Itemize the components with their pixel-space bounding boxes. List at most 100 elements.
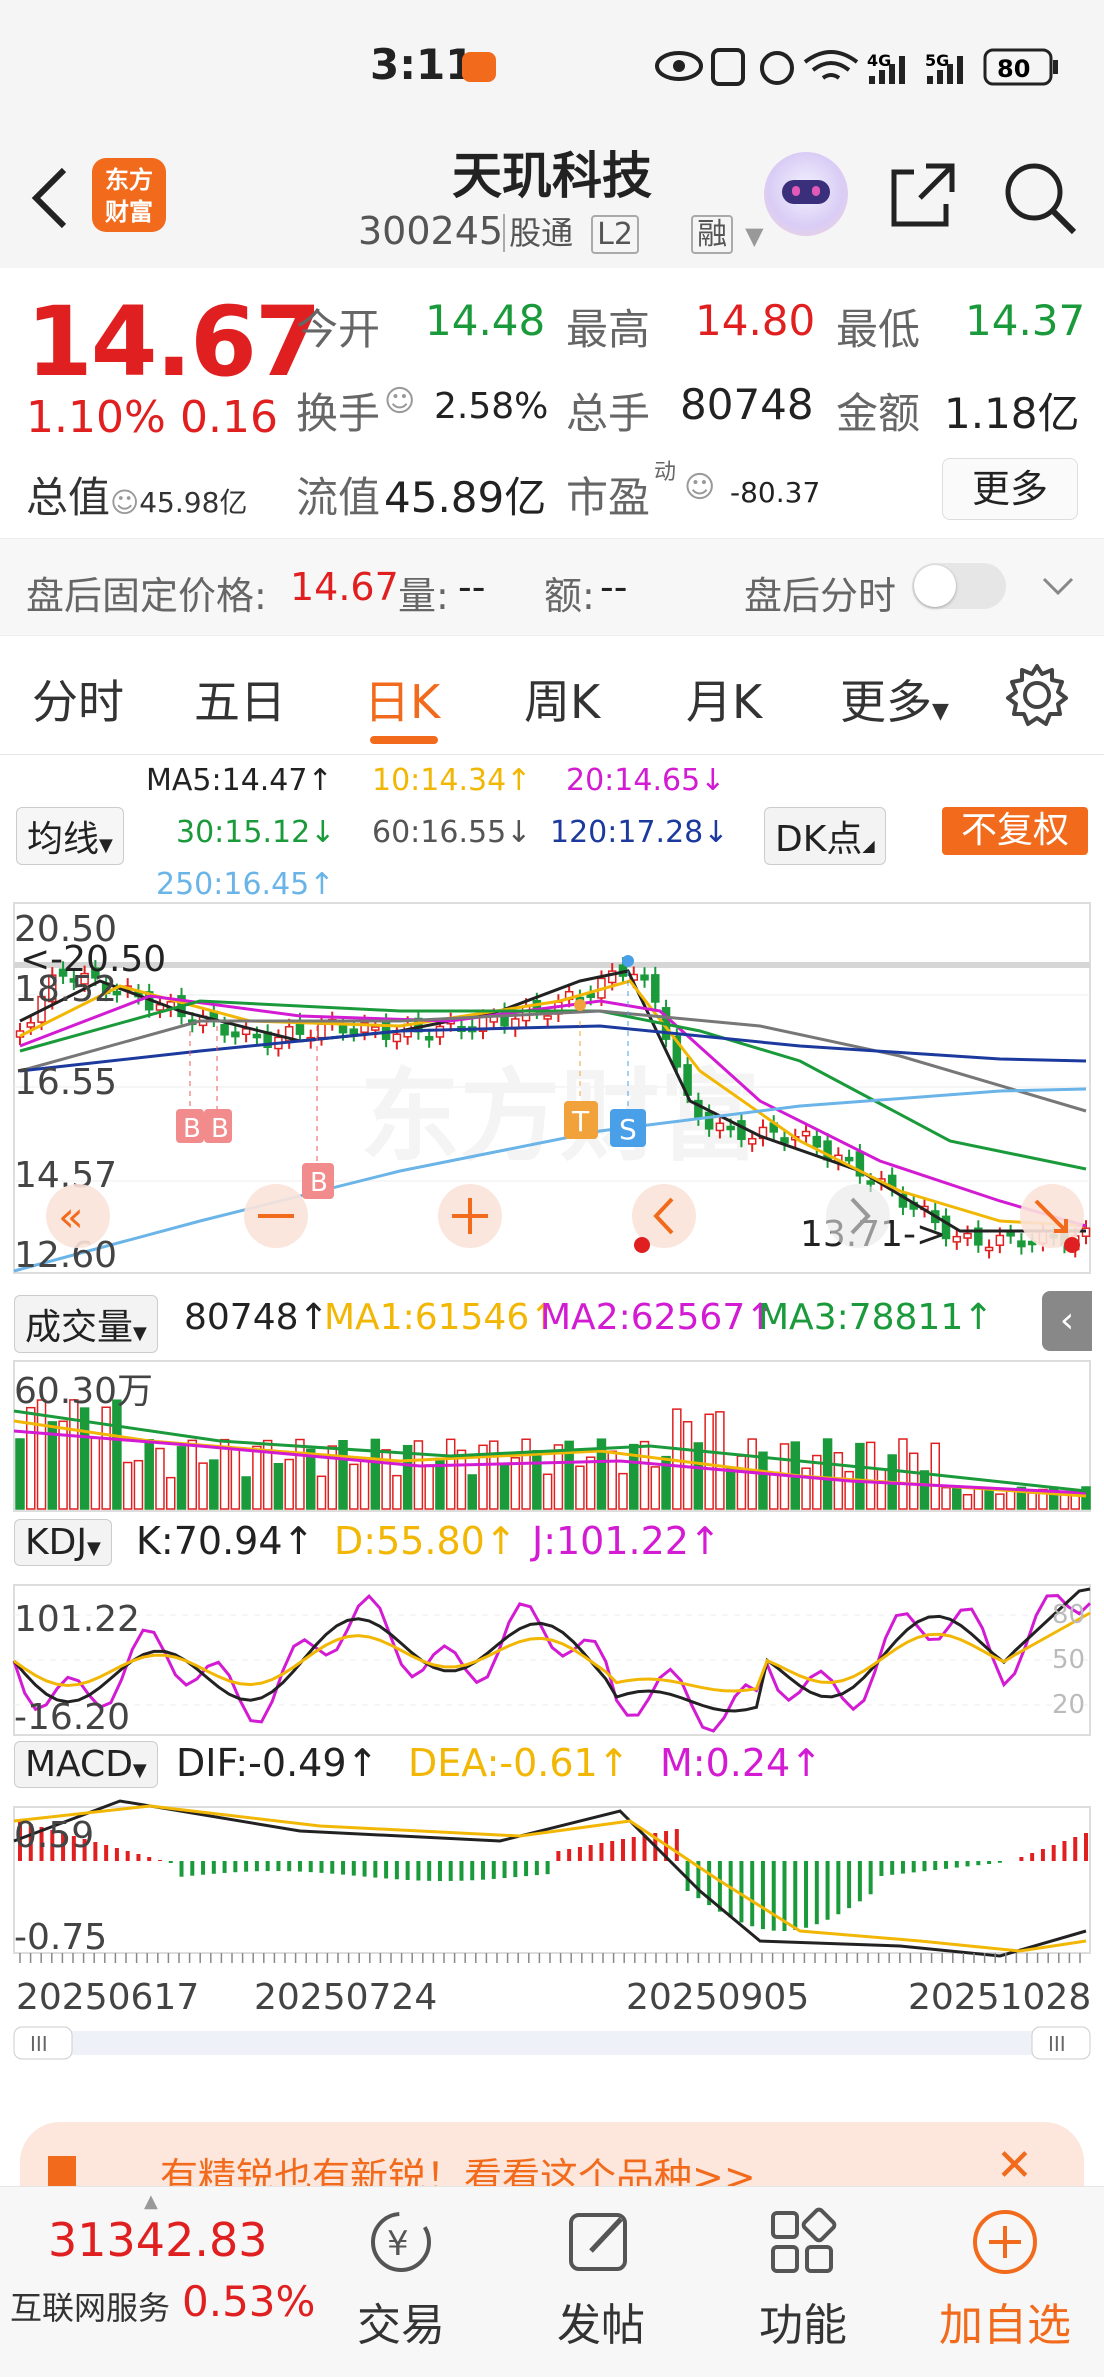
kdj-min-label: -16.20 [14,1697,130,1738]
low-value: 14.37 [965,296,1086,345]
candle [424,1036,434,1041]
volume-bar [855,1442,865,1510]
volume-bar [693,1442,704,1510]
volume-bar [155,1447,165,1510]
volume-label: 总手 [566,389,651,438]
volume-bar [639,1440,650,1510]
max-price-label: <-20.50 [20,939,166,980]
volume-bar [15,1438,25,1510]
tab-daily-k[interactable]: 日K [364,666,440,732]
range-slider-track [14,2031,1090,2055]
active-tab-indicator [370,736,438,744]
volume-bar [467,1474,477,1510]
more-quote-button[interactable]: 更多 [942,458,1078,520]
volume-bar [704,1413,714,1510]
scroll-left-button [632,1184,696,1253]
volume-bar [521,1438,531,1510]
alarm-icon [760,51,794,85]
tab-weekly-k[interactable]: 周K [524,666,600,732]
ma10-label: 10:14.34↑ [372,763,532,798]
volume-bar [801,1467,811,1510]
margin-badge: 融 [691,215,734,254]
after-hours-bar: 盘后固定价格: 14.67 量: -- 额: -- 盘后分时 [0,538,1104,636]
promo-banner[interactable]: 有精锐也有新锐！看看这个品种>> ✕ [20,2122,1084,2188]
after-hours-toggle[interactable] [912,563,1006,609]
scroll-right-button [826,1184,890,1248]
ma-selector[interactable]: 均线▼ [16,807,124,865]
stock-header: 东方 财富 天玑科技 300245 股通 L2 融 ▼ [0,132,1104,268]
kline-svg[interactable]: 东方财富 20.50 18.52 16.55 14.57 12.60 <-20.… [0,901,1104,2091]
date-label: 20250724 [254,1977,437,2018]
volume-bar [176,1446,187,1510]
volume-bar [865,1441,876,1510]
stock-code-row: 300245 股通 L2 融 ▼ [358,208,764,254]
candle [963,1232,972,1239]
volume-bar [995,1493,1005,1510]
info-icon[interactable]: ☺ [684,470,715,505]
notification-icon [462,52,496,82]
volume-bar [919,1470,930,1510]
volume-bar [908,1452,919,1510]
tab-monthly-k[interactable]: 月K [686,666,762,732]
candle [704,1111,714,1130]
open-value: 14.48 [425,296,546,345]
candle [349,1028,359,1035]
candle [543,1015,552,1020]
candle [984,1246,994,1252]
volume-bar [295,1438,305,1510]
index-value[interactable]: 31342.83 [48,2213,268,2267]
pe-label: 市盈 [566,473,651,522]
l2-badge: L2 [591,215,639,254]
settings-gear-icon[interactable] [1004,662,1070,728]
chevron-down-icon[interactable]: ▼ [745,222,763,250]
ma5-label: MA5:14.47↑ [146,763,333,798]
dk-point-selector[interactable]: DK点◢ [764,807,886,865]
add-watchlist-button[interactable]: 加自选 [930,2207,1080,2353]
tab-five-day[interactable]: 五日 [194,666,286,732]
volume-bar [725,1466,736,1510]
ma20-label: 20:14.65↓ [566,763,726,798]
svg-text:B: B [310,1168,328,1198]
post-button[interactable]: 发帖 [536,2207,666,2353]
scroll-left-fast-button: « [46,1184,110,1248]
volume-selector[interactable]: 成交量▼ [14,1295,158,1353]
macd-max-label: 0.59 [14,1815,94,1856]
chevron-down-icon[interactable] [1040,573,1076,599]
share-icon[interactable] [886,158,962,234]
macd-selector[interactable]: MACD▼ [14,1741,158,1788]
volume-bar [230,1448,241,1510]
macd-dea: DEA:-0.61↑ [408,1741,630,1785]
assistant-avatar[interactable] [764,152,848,236]
kdj-d: D:55.80↑ [334,1519,517,1563]
macd-dif-line [13,1799,1087,1958]
caret-up-icon: ▲ [144,2191,158,2212]
info-icon[interactable]: ☺ [384,384,415,419]
volume-bar [489,1440,499,1510]
volume-bar [338,1439,348,1510]
close-icon[interactable]: ✕ [996,2140,1033,2188]
trade-button[interactable]: ¥ 交易 [336,2207,466,2353]
connect-badge: 股通 [503,214,574,252]
svg-text:5G: 5G [925,51,949,70]
collapse-panel-button[interactable]: ‹ [1042,1291,1092,1351]
volume-bar [650,1466,661,1510]
float-value: 45.89亿 [384,473,547,522]
volume-ma1: MA1:61546↑ [324,1297,560,1338]
after-hours-volume: -- [458,565,486,609]
adjust-button[interactable]: 不复权 [942,807,1088,855]
functions-button[interactable]: 功能 [738,2207,868,2353]
index-name[interactable]: 互联网服务 [10,2283,170,2329]
kdj-selector[interactable]: KDJ▼ [14,1519,112,1566]
volume-bar [241,1476,251,1510]
volume-bar [316,1475,327,1510]
tab-more[interactable]: 更多▼ [840,666,949,732]
volume-bar [822,1438,833,1510]
volume-value: 80748 [680,380,814,429]
status-icons: 4G 5G 80 [655,48,1058,86]
search-icon[interactable] [1000,158,1080,238]
volume-bar [952,1487,962,1510]
candle [252,1033,262,1039]
volume-bar [413,1440,424,1510]
tab-timeshare[interactable]: 分时 [32,666,124,732]
high-value: 14.80 [695,296,816,345]
